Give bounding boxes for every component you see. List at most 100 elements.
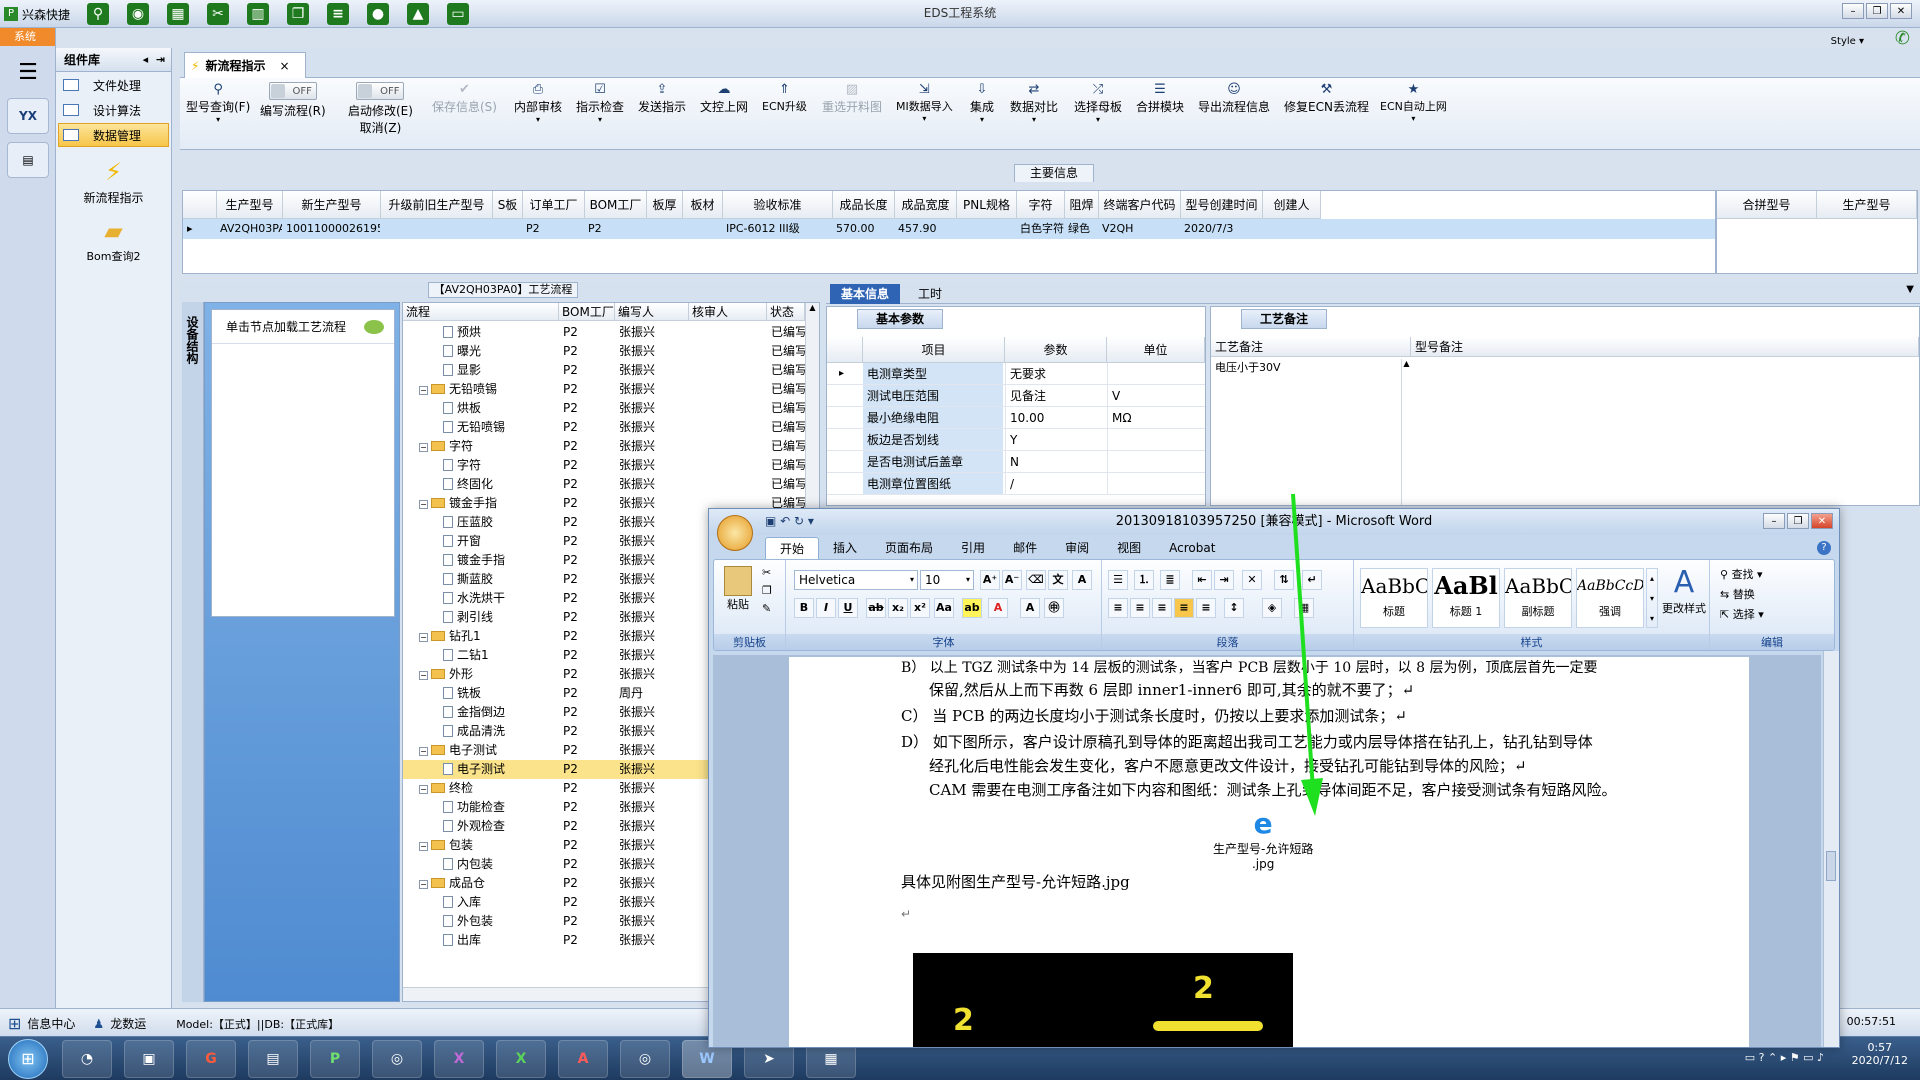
grid-header[interactable]: 板厚 <box>647 191 683 219</box>
grid-cell[interactable]: 白色字符 <box>1020 219 1064 239</box>
grid-header[interactable]: 订单工厂 <box>523 191 585 219</box>
align-left-icon[interactable]: ≡ <box>1108 598 1128 618</box>
word-tab-acrobat[interactable]: Acrobat <box>1155 537 1229 559</box>
tree-row[interactable]: 字符 P2 张振兴 已编写 <box>403 456 805 475</box>
tree-node[interactable]: 镀金手指 <box>443 551 559 570</box>
taskbar-pdf-icon[interactable]: A <box>558 1039 608 1078</box>
mi-import-button[interactable]: ⇲ MI数据导入 ▾ <box>896 82 953 123</box>
grid-header[interactable]: S板 <box>493 191 523 219</box>
grid-header[interactable]: 成品长度 <box>833 191 895 219</box>
tree-node[interactable]: 无铅喷锡 <box>443 418 559 437</box>
tree-node[interactable]: 水洗烘干 <box>443 589 559 608</box>
font-color-icon[interactable]: A <box>988 598 1008 618</box>
nav-item-file[interactable]: 文件处理 <box>58 73 169 97</box>
taskbar-eds-icon[interactable]: P <box>310 1039 360 1078</box>
user-icon[interactable]: ● <box>367 3 390 25</box>
tree-row[interactable]: 显影 P2 张振兴 已编写 <box>403 361 805 380</box>
table-row[interactable]: ▸ AV2QH03PA010011000026195 P2P2 IPC-6012 I… <box>183 219 1715 239</box>
tree-row[interactable]: 预烘 P2 张振兴 已编写 <box>403 323 805 342</box>
param-cell[interactable]: / <box>1005 473 1105 494</box>
param-row[interactable]: ▸ 电测章类型 无要求 <box>827 363 1205 385</box>
tree-node[interactable]: − 无铅喷锡 <box>419 380 559 399</box>
line-spacing-icon[interactable]: ↕ <box>1224 598 1244 618</box>
grid-header[interactable]: 字符 <box>1017 191 1065 219</box>
integrate-button[interactable]: ⇩ 集成 ▾ <box>970 82 994 124</box>
enclose-char-icon[interactable]: ㊥ <box>1044 598 1064 618</box>
highlight-icon[interactable]: ab <box>962 598 982 618</box>
align-center-icon[interactable]: ≡ <box>1130 598 1150 618</box>
tree-header[interactable]: 流程 <box>403 303 559 321</box>
grid-cell[interactable] <box>650 219 682 239</box>
export-process-button[interactable]: ☺ 导出流程信息 <box>1198 82 1270 115</box>
tab-work-hours[interactable]: 工时 <box>910 284 950 304</box>
taskbar-app-icon[interactable]: G <box>186 1039 236 1078</box>
word-tab-insert[interactable]: 插入 <box>819 537 871 559</box>
grid-cell[interactable]: 457.90 <box>898 219 956 239</box>
param-cell[interactable]: N <box>1005 451 1105 472</box>
write-process-toggle[interactable]: OFF 编写流程(R) <box>260 82 326 119</box>
monitor-icon[interactable]: ▭ <box>447 3 470 25</box>
param-row[interactable]: 板边是否划线 Y <box>827 429 1205 451</box>
grid-header[interactable]: 阻焊 <box>1065 191 1099 219</box>
tree-node[interactable]: 铣板 <box>443 684 559 703</box>
tree-node[interactable]: − 字符 <box>419 437 559 456</box>
param-cell[interactable]: 无要求 <box>1005 363 1105 384</box>
tree-node[interactable]: − 外形 <box>419 665 559 684</box>
word-restore-button[interactable]: ❐ <box>1787 513 1809 529</box>
grid-header[interactable]: 升级前旧生产型号 <box>381 191 493 219</box>
word-quick-access[interactable]: ▣ ↶ ↻ ▾ <box>765 514 814 528</box>
tree-node[interactable]: 剥引线 <box>443 608 559 627</box>
tree-node[interactable]: − 成品仓 <box>419 874 559 893</box>
tree-row[interactable]: 烘板 P2 张振兴 已编写 <box>403 399 805 418</box>
grid-cell[interactable]: P2 <box>526 219 584 239</box>
collapse-icon[interactable]: − <box>419 671 428 680</box>
grid-cell[interactable] <box>496 219 522 239</box>
tree-node[interactable]: 出库 <box>443 931 559 950</box>
word-tab-home[interactable]: 开始 <box>765 537 820 559</box>
tree-row[interactable]: − 字符 P2 张振兴 已编写 <box>403 437 805 456</box>
tree-node[interactable]: − 包装 <box>419 836 559 855</box>
ecn-upgrade-button[interactable]: ⇑ ECN升级 <box>762 82 807 114</box>
style-heading-1[interactable]: AaBl 标题 1 <box>1432 568 1500 628</box>
remark-scrollbar[interactable]: ▲ <box>1401 359 1411 505</box>
word-minimize-button[interactable]: – <box>1763 513 1785 529</box>
word-tab-layout[interactable]: 页面布局 <box>871 537 947 559</box>
grid-header[interactable]: 验收标准 <box>723 191 833 219</box>
ecn-auto-online-button[interactable]: ★ ECN自动上网 ▾ <box>1380 82 1447 123</box>
nav-item-algorithm[interactable]: 设计算法 <box>58 98 169 122</box>
collapse-icon[interactable]: − <box>419 880 428 889</box>
style-menu[interactable]: Style ▾ <box>1831 36 1864 47</box>
tree-node[interactable]: 压蓝胶 <box>443 513 559 532</box>
grid-cell[interactable]: 570.00 <box>836 219 894 239</box>
doc-online-button[interactable]: ☁ 文控上网 <box>700 82 748 115</box>
word-vertical-scrollbar[interactable] <box>1823 651 1839 1047</box>
change-styles-button[interactable]: A 更改样式 <box>1660 566 1708 616</box>
grid-cell[interactable]: IPC-6012 III级 <box>726 219 832 239</box>
merge-module-button[interactable]: ☰ 合拼模块 <box>1136 82 1184 115</box>
taskbar-shell-icon[interactable]: ◔ <box>62 1039 112 1078</box>
fix-ecn-button[interactable]: ⚒ 修复ECN丢流程 <box>1284 82 1369 115</box>
param-cell[interactable]: 见备注 <box>1005 385 1105 406</box>
tree-node[interactable]: 外包装 <box>443 912 559 931</box>
tree-node[interactable]: − 钻孔1 <box>419 627 559 646</box>
query-model-button[interactable]: ⚲ 型号查询(F) ▾ <box>186 82 250 124</box>
tree-node[interactable]: 显影 <box>443 361 559 380</box>
superscript-icon[interactable]: x² <box>910 598 930 618</box>
collapse-icon[interactable]: − <box>419 443 428 452</box>
taskbar-excel-icon[interactable]: X <box>496 1039 546 1078</box>
style-title[interactable]: AaBbC(标题 <box>1360 568 1428 628</box>
replace-button[interactable]: ⇆ 替换 <box>1720 586 1755 602</box>
font-size-select[interactable]: 10 ▾ <box>920 570 974 590</box>
office-button[interactable] <box>717 515 753 551</box>
film-icon[interactable]: ▥ <box>247 3 270 25</box>
tree-row[interactable]: 终固化 P2 张振兴 已编写 <box>403 475 805 494</box>
phonetic-icon[interactable]: 文 <box>1048 570 1068 590</box>
tree-node[interactable]: 烘板 <box>443 399 559 418</box>
collapse-icon[interactable]: − <box>419 842 428 851</box>
bullets-icon[interactable]: ☰ <box>1108 570 1128 590</box>
word-tab-review[interactable]: 审阅 <box>1051 537 1103 559</box>
grid-header[interactable]: 终端客户代码 <box>1099 191 1181 219</box>
chevron-down-icon[interactable]: ▼ <box>1906 284 1914 295</box>
grid-header[interactable]: 板材 <box>683 191 723 219</box>
grid-cell[interactable]: P2 <box>588 219 646 239</box>
